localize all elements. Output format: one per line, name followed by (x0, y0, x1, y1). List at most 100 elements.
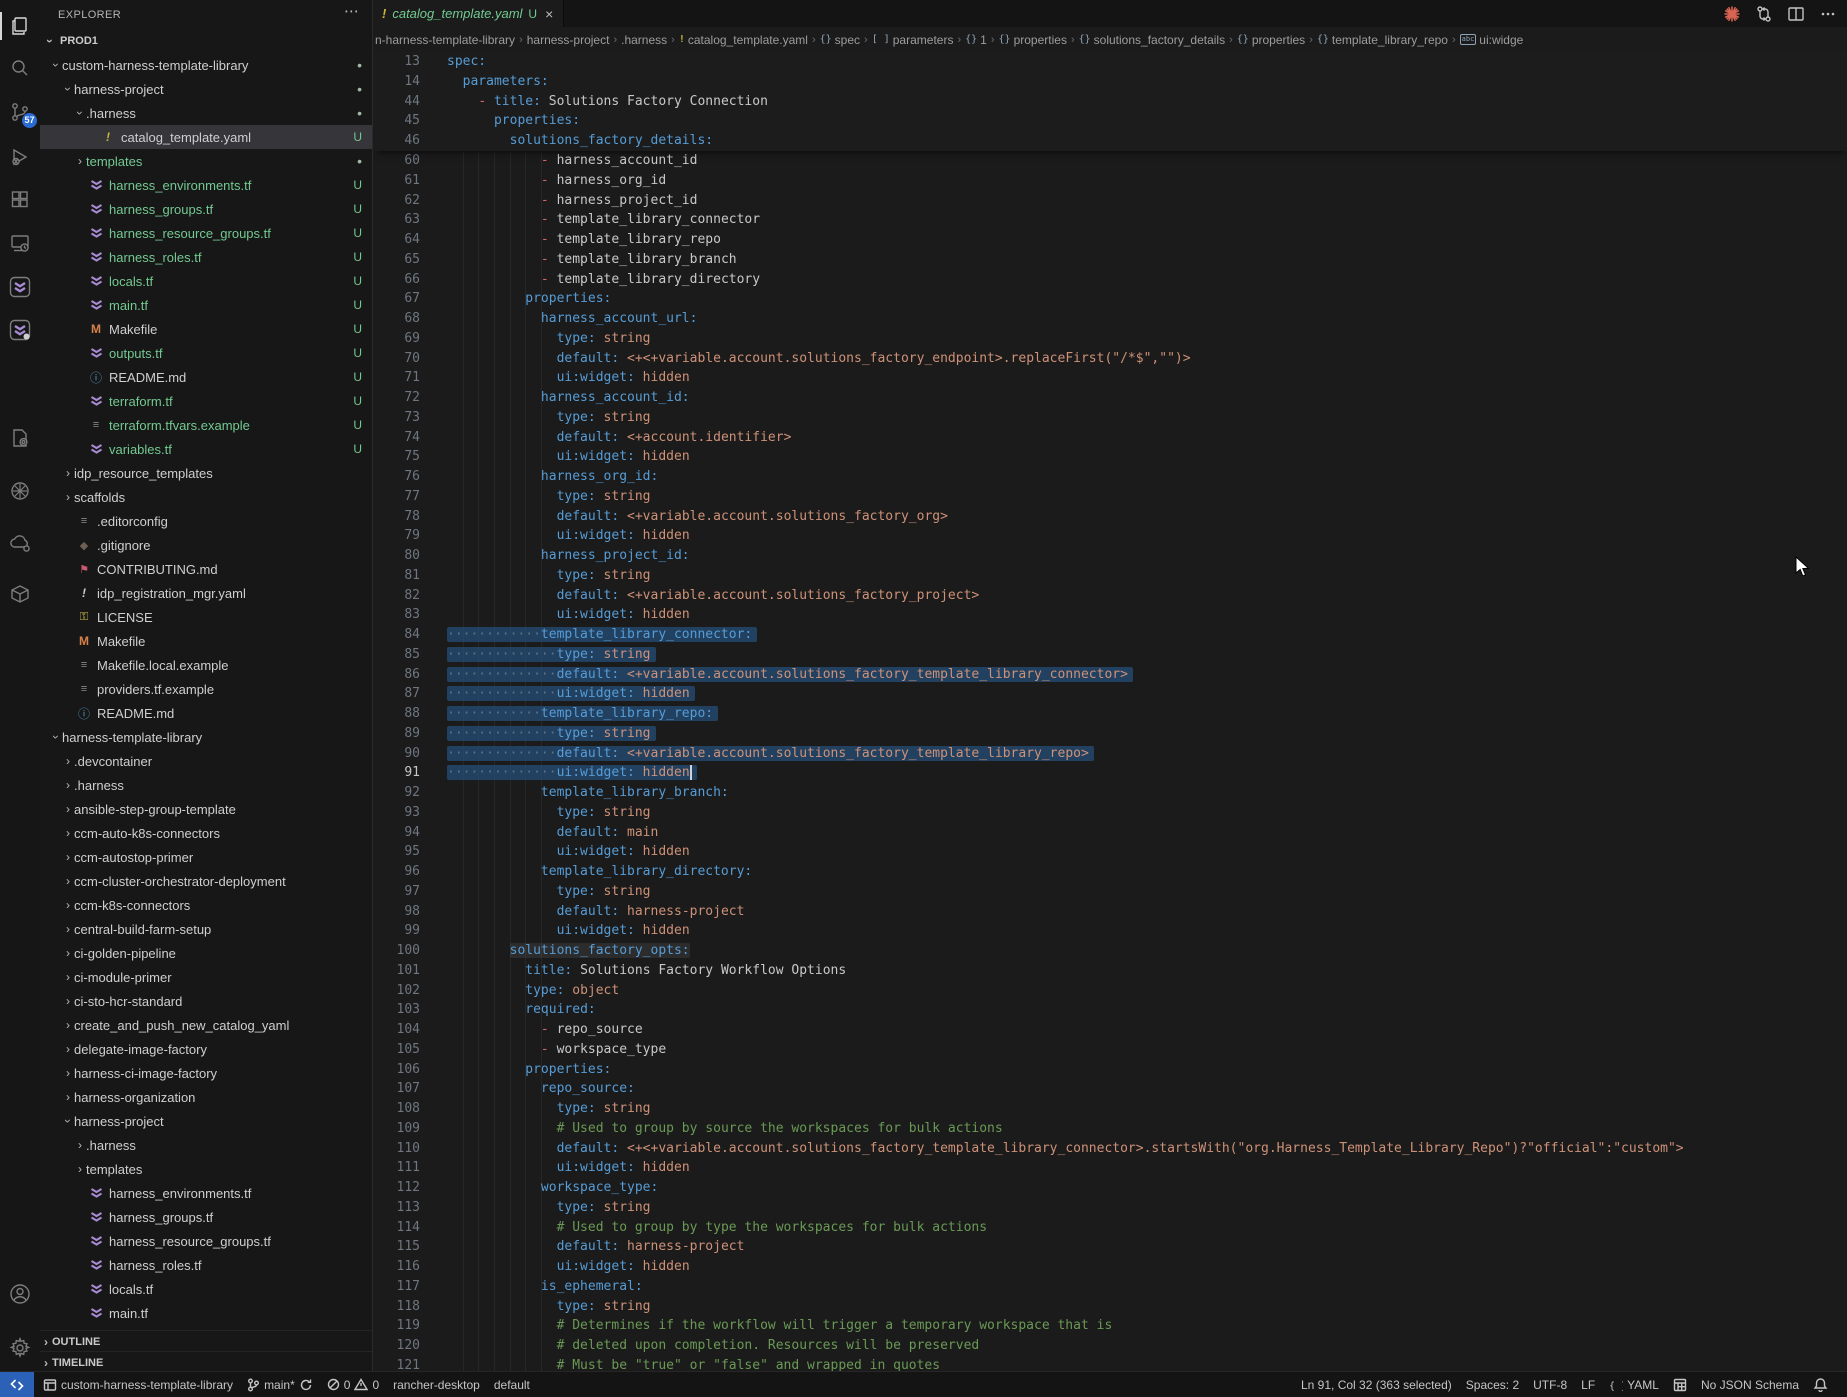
breadcrumb-item[interactable]: .harness (621, 33, 667, 47)
code-line-100[interactable]: 100 solutions_factory_opts: (373, 941, 1847, 961)
tree-item-catalog-template-yaml[interactable]: !catalog_template.yamlU (40, 125, 372, 149)
breadcrumb-item[interactable]: !catalog_template.yaml (679, 33, 808, 47)
breadcrumb-item[interactable]: n-harness-template-library (375, 33, 515, 47)
language-mode[interactable]: { }YAML (1602, 1372, 1666, 1397)
tree-item-harness-groups-tf[interactable]: harness_groups.tf (40, 1205, 372, 1229)
dev-tools-icon[interactable] (0, 420, 40, 456)
source-control-icon[interactable]: 57 (0, 94, 40, 130)
git-branch[interactable]: main* (240, 1372, 320, 1397)
code-line-97[interactable]: 97 type: string (373, 882, 1847, 902)
code-line-90[interactable]: 90··············default: <+variable.acco… (373, 744, 1847, 764)
explorer-icon[interactable] (0, 8, 40, 44)
code-line-114[interactable]: 114 # Used to group by type the workspac… (373, 1218, 1847, 1238)
tree-item-scaffolds[interactable]: ›scaffolds (40, 485, 372, 509)
extension-action-icon[interactable] (1723, 5, 1741, 23)
tree-item-license[interactable]: ⚿LICENSE (40, 605, 372, 629)
encoding[interactable]: UTF-8 (1526, 1372, 1574, 1397)
compare-changes-icon[interactable] (1755, 5, 1773, 23)
code-line-94[interactable]: 94 default: main (373, 823, 1847, 843)
tree-item--gitignore[interactable]: ◆.gitignore (40, 533, 372, 557)
terraform-cloud-icon[interactable] (0, 312, 40, 348)
more-actions-icon[interactable] (1819, 5, 1837, 23)
code-line-107[interactable]: 107 repo_source: (373, 1079, 1847, 1099)
code-line-117[interactable]: 117 is_ephemeral: (373, 1277, 1847, 1297)
problems[interactable]: 00 (320, 1372, 386, 1397)
code-line-98[interactable]: 98 default: harness-project (373, 902, 1847, 922)
tree-item-main-tf[interactable]: main.tf (40, 1301, 372, 1325)
cursor-position[interactable]: Ln 91, Col 32 (363 selected) (1294, 1372, 1459, 1397)
tree-item-harness-resource-groups-tf[interactable]: harness_resource_groups.tfU (40, 221, 372, 245)
tree-item-makefile[interactable]: MMakefileU (40, 317, 372, 341)
code-line-115[interactable]: 115 default: harness-project (373, 1237, 1847, 1257)
kubernetes-icon[interactable] (0, 473, 40, 509)
search-icon[interactable] (0, 50, 40, 86)
code-line-75[interactable]: 75 ui:widget: hidden (373, 447, 1847, 467)
code-line-63[interactable]: 63 - template_library_connector (373, 210, 1847, 230)
eol[interactable]: LF (1574, 1372, 1602, 1397)
tree-item-harness-organization[interactable]: ›harness-organization (40, 1085, 372, 1109)
tree-item-harness-template-library[interactable]: ›harness-template-library (40, 725, 372, 749)
tree-item-makefile-local-example[interactable]: ≡Makefile.local.example (40, 653, 372, 677)
code-line-68[interactable]: 68 harness_account_url: (373, 309, 1847, 329)
code-line-106[interactable]: 106 properties: (373, 1060, 1847, 1080)
tree-item-harness-resource-groups-tf[interactable]: harness_resource_groups.tf (40, 1229, 372, 1253)
account-icon[interactable] (0, 1276, 40, 1312)
tree-item-outputs-tf[interactable]: outputs.tfU (40, 341, 372, 365)
breadcrumb-item[interactable]: abcui:widge (1460, 33, 1524, 47)
tree-item-harness-roles-tf[interactable]: harness_roles.tfU (40, 245, 372, 269)
code-line-80[interactable]: 80 harness_project_id: (373, 546, 1847, 566)
tree-item-makefile[interactable]: MMakefile (40, 629, 372, 653)
code-line-62[interactable]: 62 - harness_project_id (373, 191, 1847, 211)
breadcrumb-item[interactable]: {}1 (965, 33, 987, 47)
remote-indicator[interactable] (0, 1372, 34, 1397)
code-line-73[interactable]: 73 type: string (373, 408, 1847, 428)
breadcrumb-item[interactable]: harness-project (527, 33, 610, 47)
breadcrumb-item[interactable]: {}solutions_factory_details (1079, 33, 1225, 47)
tree-item-templates[interactable]: ›templates (40, 1157, 372, 1181)
tree-item-variables-tf[interactable]: variables.tfU (40, 437, 372, 461)
code-line-119[interactable]: 119 # Determines if the workflow will tr… (373, 1316, 1847, 1336)
tree-item-ccm-auto-k8s-connectors[interactable]: ›ccm-auto-k8s-connectors (40, 821, 372, 845)
tree-item-harness-groups-tf[interactable]: harness_groups.tfU (40, 197, 372, 221)
tree-item--harness[interactable]: ›.harness (40, 1133, 372, 1157)
code-line-109[interactable]: 109 # Used to group by source the worksp… (373, 1119, 1847, 1139)
tree-item-ci-sto-hcr-standard[interactable]: ›ci-sto-hcr-standard (40, 989, 372, 1013)
breadcrumb-item[interactable]: {}spec (820, 33, 860, 47)
code-line-105[interactable]: 105 - workspace_type (373, 1040, 1847, 1060)
tree-item-delegate-image-factory[interactable]: ›delegate-image-factory (40, 1037, 372, 1061)
tree-item-ccm-k8s-connectors[interactable]: ›ccm-k8s-connectors (40, 893, 372, 917)
code-line-110[interactable]: 110 default: <+<+variable.account.soluti… (373, 1139, 1847, 1159)
tree-item-locals-tf[interactable]: locals.tf (40, 1277, 372, 1301)
tree-item-ccm-cluster-orchestrator-deployment[interactable]: ›ccm-cluster-orchestrator-deployment (40, 869, 372, 893)
code-line-14[interactable]: 14 parameters: (373, 72, 1847, 92)
tab-catalog-template-yaml[interactable]: ! catalog_template.yaml U × (373, 0, 564, 27)
breadcrumb-item[interactable]: {}properties (999, 33, 1067, 47)
code-line-72[interactable]: 72 harness_account_id: (373, 388, 1847, 408)
timeline-section[interactable]: › TIMELINE (40, 1351, 372, 1373)
extensions-icon[interactable] (0, 182, 40, 218)
sidebar-more-actions-icon[interactable]: ⋯ (344, 2, 360, 20)
code-line-86[interactable]: 86··············default: <+variable.acco… (373, 665, 1847, 685)
tree-item-terraform-tf[interactable]: terraform.tfU (40, 389, 372, 413)
code-line-121[interactable]: 121 # Must be "true" or "false" and wrap… (373, 1356, 1847, 1372)
code-line-113[interactable]: 113 type: string (373, 1198, 1847, 1218)
code-line-108[interactable]: 108 type: string (373, 1099, 1847, 1119)
tree-item-central-build-farm-setup[interactable]: ›central-build-farm-setup (40, 917, 372, 941)
tree-item-ci-golden-pipeline[interactable]: ›ci-golden-pipeline (40, 941, 372, 965)
code-line-44[interactable]: 44 - title: Solutions Factory Connection (373, 92, 1847, 112)
indentation[interactable]: Spaces: 2 (1459, 1372, 1526, 1397)
code-line-61[interactable]: 61 - harness_org_id (373, 171, 1847, 191)
tree-item-harness-project[interactable]: ›harness-project (40, 1109, 372, 1133)
tree-item-idp-resource-templates[interactable]: ›idp_resource_templates (40, 461, 372, 485)
code-line-69[interactable]: 69 type: string (373, 329, 1847, 349)
outline-section[interactable]: › OUTLINE (40, 1330, 372, 1352)
code-line-46[interactable]: 46 solutions_factory_details: (373, 131, 1847, 151)
code-line-116[interactable]: 116 ui:widget: hidden (373, 1257, 1847, 1277)
json-schema[interactable]: No JSON Schema (1694, 1372, 1806, 1397)
code-line-87[interactable]: 87··············ui:widget: hidden (373, 684, 1847, 704)
code-line-88[interactable]: 88············template_library_repo: (373, 704, 1847, 724)
breadcrumb-item[interactable]: {}template_library_repo (1317, 33, 1448, 47)
tree-item--harness[interactable]: ›.harness• (40, 101, 372, 125)
code-line-60[interactable]: 60 - harness_account_id (373, 151, 1847, 171)
code-line-45[interactable]: 45 properties: (373, 111, 1847, 131)
